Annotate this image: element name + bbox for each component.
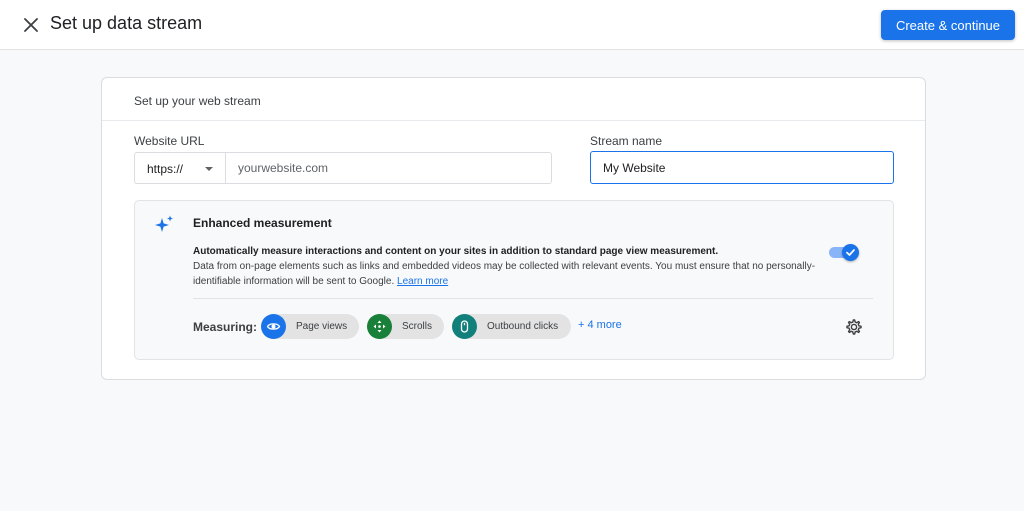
description-bold: Automatically measure interactions and c… bbox=[193, 246, 719, 257]
website-url-label: Website URL bbox=[134, 134, 205, 148]
gear-icon[interactable] bbox=[844, 317, 864, 337]
enhanced-measurement-panel: Enhanced measurement Automatically measu… bbox=[134, 200, 894, 360]
mouse-icon bbox=[452, 314, 477, 339]
stream-name-input[interactable] bbox=[590, 151, 894, 184]
description-body: Data from on-page elements such as links… bbox=[193, 261, 816, 287]
scroll-arrows-icon bbox=[367, 314, 392, 339]
eye-icon bbox=[261, 314, 286, 339]
chip-scrolls[interactable]: Scrolls bbox=[367, 314, 444, 339]
description-text: Data from on-page elements such as links… bbox=[193, 259, 829, 289]
enhanced-measurement-toggle[interactable] bbox=[829, 244, 859, 262]
stream-name-label: Stream name bbox=[590, 134, 663, 148]
chip-label: Scrolls bbox=[402, 321, 433, 332]
chip-label: Outbound clicks bbox=[487, 321, 559, 332]
website-url-input[interactable] bbox=[225, 152, 552, 184]
web-stream-card: Set up your web stream Website URL https… bbox=[101, 77, 926, 380]
chip-label: Page views bbox=[296, 321, 348, 332]
enhanced-measurement-title: Enhanced measurement bbox=[193, 216, 332, 230]
close-icon[interactable] bbox=[20, 14, 42, 36]
protocol-select[interactable]: https:// bbox=[134, 152, 225, 184]
caret-down-icon bbox=[205, 167, 213, 171]
sparkle-icon bbox=[153, 214, 175, 236]
divider bbox=[193, 298, 873, 299]
learn-more-link[interactable]: Learn more bbox=[397, 276, 448, 287]
measuring-label: Measuring: bbox=[193, 320, 258, 334]
chip-page-views[interactable]: Page views bbox=[261, 314, 359, 339]
enhanced-measurement-description: Automatically measure interactions and c… bbox=[193, 244, 829, 289]
protocol-value: https:// bbox=[147, 162, 184, 176]
create-continue-button[interactable]: Create & continue bbox=[881, 10, 1015, 40]
card-title: Set up your web stream bbox=[102, 78, 925, 121]
more-measurements-link[interactable]: + 4 more bbox=[578, 319, 622, 331]
chip-outbound-clicks[interactable]: Outbound clicks bbox=[452, 314, 571, 339]
top-bar: Set up data stream Create & continue bbox=[0, 0, 1024, 50]
page-title: Set up data stream bbox=[50, 13, 203, 33]
check-icon bbox=[842, 244, 859, 261]
